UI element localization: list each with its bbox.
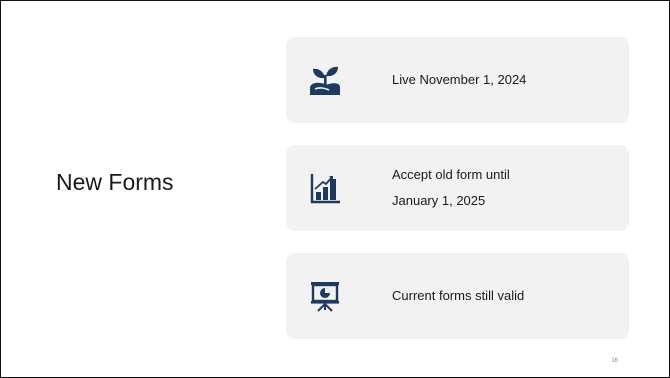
card-text: Accept old form until January 1, 2025 [392, 145, 612, 231]
slide-title: New Forms [56, 169, 174, 195]
card-text-line-2: January 1, 2025 [392, 193, 486, 208]
card-text: Current forms still valid [392, 288, 525, 303]
page-number: 16 [611, 358, 618, 364]
card-text-line-1: Accept old form until [392, 167, 510, 182]
presentation-board-icon [307, 278, 343, 314]
info-card-current-forms: Current forms still valid [286, 253, 629, 339]
info-card-live-date: Live November 1, 2024 [286, 37, 629, 123]
slide: New Forms Live November 1, 2024 Accept o… [0, 0, 670, 378]
seedling-icon [307, 62, 343, 98]
card-text: Live November 1, 2024 [392, 72, 527, 87]
bar-chart-growth-icon [307, 170, 343, 206]
info-card-old-form: Accept old form until January 1, 2025 [286, 145, 629, 231]
